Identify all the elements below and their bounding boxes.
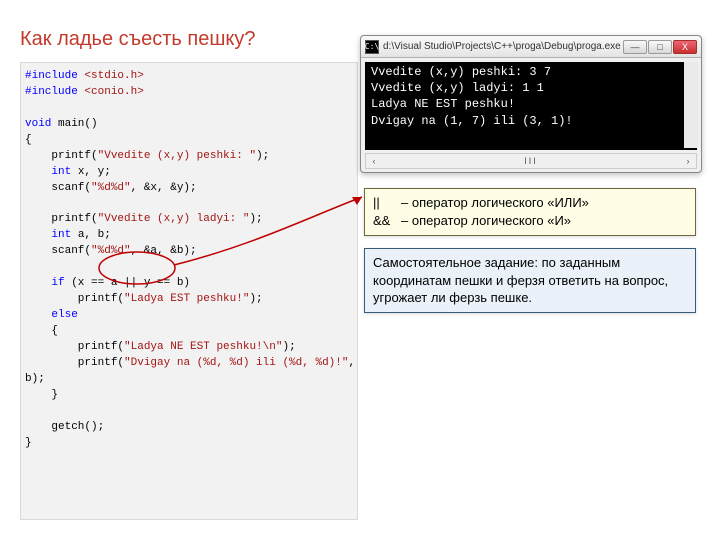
code-token: ); <box>249 293 262 305</box>
code-token <box>25 229 51 241</box>
code-token: printf( <box>25 150 98 162</box>
code-token: printf( <box>25 357 124 369</box>
code-token: <stdio.h> <box>78 70 144 82</box>
code-token: <conio.h> <box>78 86 144 98</box>
code-token: printf( <box>25 213 98 225</box>
operator-symbol: && <box>373 212 401 230</box>
code-token: { <box>25 134 32 146</box>
code-token: "Ladya NE EST peshku!\n" <box>124 341 282 353</box>
code-token: printf( <box>25 293 124 305</box>
console-line: Vvedite (x,y) peshki: 3 7 <box>371 65 551 79</box>
code-token: x, y; <box>71 166 111 178</box>
code-token: "Ladya EST peshku!" <box>124 293 249 305</box>
code-token: (x == a || y == b) <box>65 277 190 289</box>
close-button[interactable]: X <box>673 40 697 54</box>
console-line: Dvigay na (1, 7) ili (3, 1)! <box>371 114 573 128</box>
code-token: "Vvedite (x,y) ladyi: " <box>98 213 250 225</box>
operator-row: ||– оператор логического «ИЛИ» <box>373 194 687 212</box>
code-token: { <box>25 325 58 337</box>
console-line: Ladya NE EST peshku! <box>371 97 515 111</box>
code-token <box>25 166 51 178</box>
task-callout: Самостоятельное задание: по заданным коо… <box>364 248 696 313</box>
console-scrollbar[interactable] <box>684 62 698 148</box>
console-statusbar: ‹ III › <box>365 153 697 169</box>
maximize-button[interactable]: □ <box>648 40 672 54</box>
status-grip: III <box>382 156 680 166</box>
code-token <box>25 277 51 289</box>
code-token <box>25 309 51 321</box>
slide-title: Как ладье съесть пешку? <box>20 28 256 51</box>
code-listing: #include <stdio.h> #include <conio.h> vo… <box>20 62 358 520</box>
console-window: C:\ d:\Visual Studio\Projects\C++\proga\… <box>360 35 702 173</box>
operator-desc: – оператор логического «ИЛИ» <box>401 195 589 210</box>
operators-callout: ||– оператор логического «ИЛИ» &&– опера… <box>364 188 696 236</box>
code-token: #include <box>25 86 78 98</box>
console-line: Vvedite (x,y) ladyi: 1 1 <box>371 81 544 95</box>
code-token: } <box>25 437 32 449</box>
code-token: , &x, &y); <box>131 182 197 194</box>
operator-desc: – оператор логического «И» <box>401 213 571 228</box>
code-token: getch(); <box>25 421 104 433</box>
code-token: "Dvigay na (%d, %d) ili (%d, %d)!" <box>124 357 348 369</box>
code-token: if <box>51 277 64 289</box>
code-token: "%d%d" <box>91 245 131 257</box>
code-token: ); <box>282 341 295 353</box>
code-token: a, b; <box>71 229 111 241</box>
console-output: Vvedite (x,y) peshki: 3 7 Vvedite (x,y) … <box>365 62 697 150</box>
console-title: d:\Visual Studio\Projects\C++\proga\Debu… <box>383 41 623 52</box>
code-token: scanf( <box>25 182 91 194</box>
code-token: } <box>25 389 58 401</box>
console-titlebar: C:\ d:\Visual Studio\Projects\C++\proga\… <box>361 36 701 58</box>
code-token: , a, y, x, <box>348 357 358 369</box>
code-token: "Vvedite (x,y) peshki: " <box>98 150 256 162</box>
operator-symbol: || <box>373 194 401 212</box>
operator-row: &&– оператор логического «И» <box>373 212 687 230</box>
status-left-arrow[interactable]: ‹ <box>366 156 382 166</box>
code-token: int <box>51 229 71 241</box>
code-token: printf( <box>25 341 124 353</box>
code-token: , &a, &b); <box>131 245 197 257</box>
code-token: else <box>51 309 77 321</box>
code-token: #include <box>25 70 78 82</box>
console-app-icon: C:\ <box>365 40 379 54</box>
code-token: void <box>25 118 51 130</box>
code-token: "%d%d" <box>91 182 131 194</box>
code-token: scanf( <box>25 245 91 257</box>
code-token: int <box>51 166 71 178</box>
code-token: ); <box>249 213 262 225</box>
task-text: Самостоятельное задание: по заданным коо… <box>373 255 668 305</box>
status-right-arrow[interactable]: › <box>680 156 696 166</box>
code-token: main() <box>51 118 97 130</box>
code-token: b); <box>25 373 45 385</box>
code-token: ); <box>256 150 269 162</box>
minimize-button[interactable]: — <box>623 40 647 54</box>
